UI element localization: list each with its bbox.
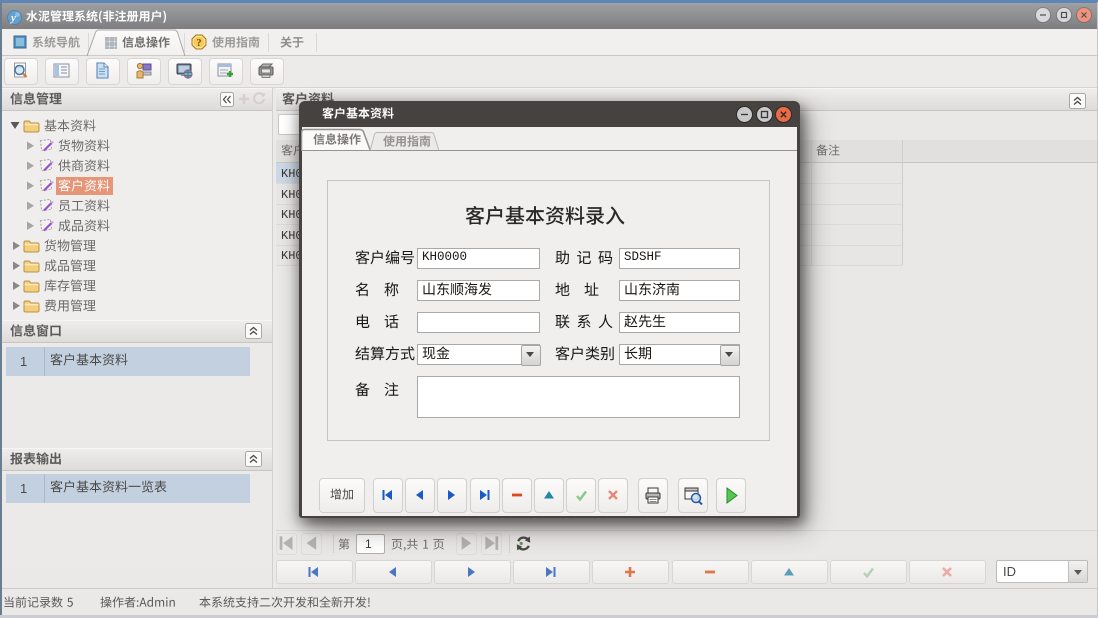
svg-text:y: y [9, 12, 16, 24]
svg-text:?: ? [197, 38, 202, 49]
